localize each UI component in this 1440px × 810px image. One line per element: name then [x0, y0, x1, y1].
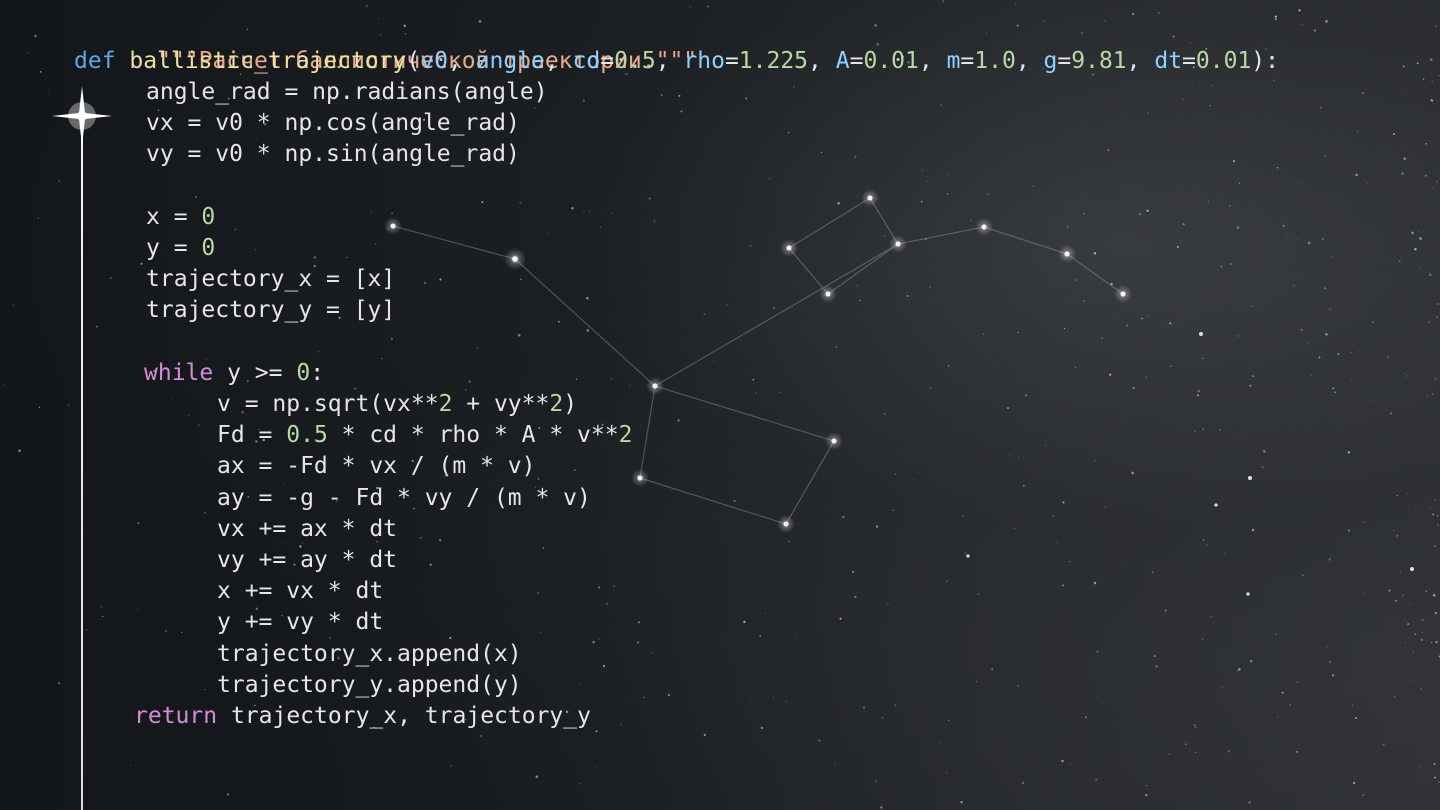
param-equals-token: =	[1057, 48, 1072, 74]
code-line: x += vx * dt	[217, 576, 383, 607]
code-text: y >=	[213, 360, 297, 386]
param-name-token: v0	[420, 48, 448, 74]
param-equals-token: =	[960, 48, 975, 74]
param-separator-token: ,	[1015, 48, 1044, 74]
code-line: ay = -g - Fd * vy / (m * v)	[217, 483, 591, 514]
code-text: vy = v0 * np.sin(angle_rad)	[146, 141, 520, 167]
code-line: trajectory_y = [y]	[146, 295, 395, 326]
code-line: vx = v0 * np.cos(angle_rad)	[146, 108, 520, 139]
param-name-token: g	[1043, 48, 1058, 74]
close-paren-token: ):	[1251, 48, 1279, 74]
function-name-token: ballistic_trajectory	[129, 48, 407, 74]
def-keyword-token: def	[74, 48, 116, 74]
param-equals-token: =	[724, 48, 739, 74]
code-text: )	[563, 391, 578, 417]
param-separator-token: ,	[918, 48, 947, 74]
code-text: vy += ay * dt	[217, 547, 398, 573]
param-name-token: cd	[572, 48, 601, 74]
param-default-token: 1.225	[738, 48, 809, 74]
code-line: Fd = 0.5 * cd * rho * A * v**2	[217, 420, 632, 451]
code-line: y += vy * dt	[217, 607, 383, 638]
code-line: x = 0	[146, 202, 215, 233]
code-text: * cd * rho * A * v**	[327, 422, 619, 448]
param-equals-token: =	[849, 48, 864, 74]
param-default-token: 1.0	[974, 48, 1016, 74]
code-text: ax = -Fd * vx / (m * v)	[217, 453, 536, 479]
param-name-token: m	[946, 48, 961, 74]
code-text: vx += ax * dt	[217, 516, 398, 542]
code-text: x =	[146, 204, 202, 230]
code-text: trajectory_y = [y]	[146, 297, 396, 323]
number-token: 2	[618, 422, 633, 448]
code-line-docstring: """Расчет баллистической траектории."""	[74, 15, 697, 74]
param-name-token: angle	[475, 48, 545, 74]
while-keyword-token: while	[144, 360, 214, 386]
code-line: vx += ax * dt	[217, 514, 397, 545]
param-separator-token: ,	[655, 48, 684, 74]
param-equals-token: =	[1182, 48, 1196, 74]
code-text: trajectory_x.append(x)	[217, 641, 522, 667]
param-default-token: 0.01	[1195, 48, 1252, 74]
code-text: y =	[146, 235, 202, 261]
param-default-token: 9.81	[1071, 48, 1127, 74]
param-default-token: 0.5	[614, 48, 656, 74]
code-text: trajectory_x = [x]	[146, 266, 396, 292]
code-line: trajectory_x.append(x)	[217, 639, 522, 670]
number-token: 2	[549, 391, 564, 417]
code-text: ay = -g - Fd * vy / (m * v)	[217, 485, 591, 511]
slide-canvas: """Расчет баллистической траектории.""" …	[0, 0, 1440, 810]
code-line: ax = -Fd * vx / (m * v)	[217, 451, 536, 482]
number-token: 0	[201, 204, 216, 230]
number-token: 0	[296, 360, 311, 386]
param-equals-token: =	[600, 48, 615, 74]
number-token: 2	[438, 391, 453, 417]
code-line: vy += ay * dt	[217, 545, 397, 576]
code-line-while: while y >= 0:	[144, 358, 324, 389]
code-line: y = 0	[146, 233, 215, 264]
code-line: trajectory_y.append(y)	[217, 670, 522, 701]
code-text: angle_rad = np.radians(angle)	[146, 79, 548, 105]
number-token: 0	[201, 235, 216, 261]
code-block: """Расчет баллистической траектории.""" …	[0, 0, 1440, 810]
param-separator-token: ,	[447, 48, 476, 74]
return-keyword-token: return	[134, 703, 218, 729]
param-separator-token: ,	[544, 48, 573, 74]
param-name-token: dt	[1154, 48, 1183, 74]
param-name-token: A	[835, 48, 850, 74]
code-text: x += vx * dt	[217, 578, 384, 604]
code-line: v = np.sqrt(vx**2 + vy**2)	[217, 389, 577, 420]
param-default-token: 0.01	[863, 48, 919, 74]
code-line-def: def ballistic_trajectory(v0, angle, cd=0…	[74, 46, 1279, 77]
open-paren-token: (	[406, 48, 421, 74]
code-line: angle_rad = np.radians(angle)	[146, 77, 548, 108]
code-text: + vy**	[452, 391, 550, 417]
param-name-token: rho	[683, 48, 725, 74]
code-text: trajectory_x, trajectory_y	[217, 703, 591, 729]
code-text: vx = v0 * np.cos(angle_rad)	[146, 110, 520, 136]
param-separator-token: ,	[808, 48, 836, 74]
code-text: trajectory_y.append(y)	[217, 672, 522, 698]
number-token: 0.5	[286, 422, 328, 448]
param-separator-token: ,	[1126, 48, 1155, 74]
code-text: v = np.sqrt(vx**	[217, 391, 439, 417]
code-text: :	[310, 360, 325, 386]
code-text: Fd =	[217, 422, 287, 448]
code-line: trajectory_x = [x]	[146, 264, 395, 295]
code-text: y += vy * dt	[217, 609, 384, 635]
code-line-return: return trajectory_x, trajectory_y	[134, 701, 591, 732]
code-line: vy = v0 * np.sin(angle_rad)	[146, 139, 520, 170]
